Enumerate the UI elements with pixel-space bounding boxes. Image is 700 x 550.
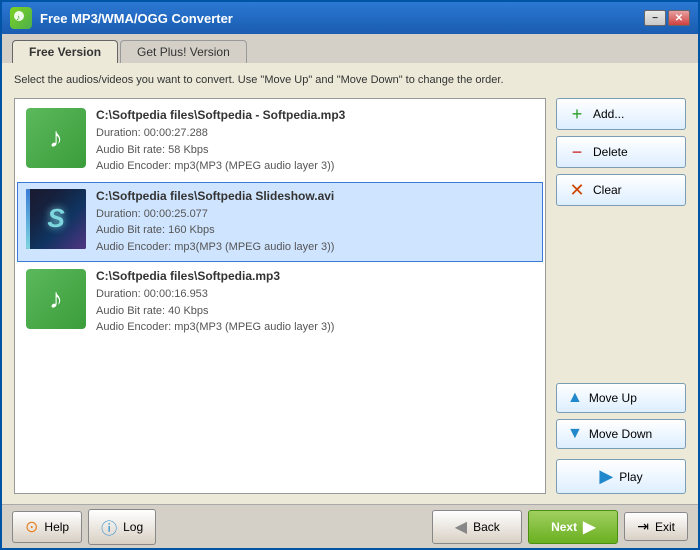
add-icon: + xyxy=(567,104,587,124)
title-text: Free MP3/WMA/OGG Converter xyxy=(40,11,644,26)
right-panel: + Add... − Delete ✕ Clear ▲ Move Up ▼ xyxy=(556,98,686,494)
play-label: Play xyxy=(619,470,642,484)
video-thumb: S xyxy=(26,189,86,249)
svg-text:♪: ♪ xyxy=(16,13,20,22)
next-arrow-icon: ▶ xyxy=(583,517,595,537)
move-up-label: Move Up xyxy=(589,391,637,405)
music-thumb: ♪ xyxy=(26,269,86,329)
move-up-button[interactable]: ▲ Move Up xyxy=(556,383,686,413)
help-icon: ⊙ xyxy=(25,517,38,537)
main-content: Select the audios/videos you want to con… xyxy=(2,63,698,504)
file-duration: Duration: 00:00:25.077 xyxy=(96,206,534,223)
back-button[interactable]: ◀ Back xyxy=(432,510,522,544)
list-item[interactable]: S C:\Softpedia files\Softpedia Slideshow… xyxy=(17,182,543,263)
music-note-icon: ♪ xyxy=(49,122,63,154)
footer: ⊙ Help ⓘ Log ◀ Back Next ▶ ⇥ Exit xyxy=(2,504,698,548)
file-encoder: Audio Encoder: mp3(MP3 (MPEG audio layer… xyxy=(96,158,534,175)
help-label: Help xyxy=(44,520,69,534)
file-info: C:\Softpedia files\Softpedia Slideshow.a… xyxy=(96,189,534,256)
file-encoder: Audio Encoder: mp3(MP3 (MPEG audio layer… xyxy=(96,319,534,336)
tab-free-version[interactable]: Free Version xyxy=(12,40,118,63)
main-window: ♪ Free MP3/WMA/OGG Converter − ✕ Free Ve… xyxy=(0,0,700,550)
back-arrow-icon: ◀ xyxy=(455,517,467,537)
exit-icon: ⇥ xyxy=(637,518,649,535)
file-duration: Duration: 00:00:16.953 xyxy=(96,286,534,303)
app-icon: ♪ xyxy=(10,7,32,29)
title-controls: − ✕ xyxy=(644,10,690,26)
play-button[interactable]: ▶ Play xyxy=(556,459,686,494)
file-duration: Duration: 00:00:27.288 xyxy=(96,125,534,142)
arrow-down-icon: ▼ xyxy=(567,425,583,443)
file-info: C:\Softpedia files\Softpedia - Softpedia… xyxy=(96,108,534,175)
music-note-icon: ♪ xyxy=(49,283,63,315)
clear-label: Clear xyxy=(593,183,622,197)
instruction-text: Select the audios/videos you want to con… xyxy=(14,73,686,88)
list-item[interactable]: ♪ C:\Softpedia files\Softpedia - Softped… xyxy=(17,101,543,182)
next-label: Next xyxy=(551,520,577,534)
delete-button[interactable]: − Delete xyxy=(556,136,686,168)
exit-button[interactable]: ⇥ Exit xyxy=(624,512,688,541)
file-name: C:\Softpedia files\Softpedia - Softpedia… xyxy=(96,108,534,122)
delete-label: Delete xyxy=(593,145,628,159)
music-thumb: ♪ xyxy=(26,108,86,168)
play-icon: ▶ xyxy=(599,466,613,487)
file-encoder: Audio Encoder: mp3(MP3 (MPEG audio layer… xyxy=(96,239,534,256)
close-button[interactable]: ✕ xyxy=(668,10,690,26)
file-name: C:\Softpedia files\Softpedia Slideshow.a… xyxy=(96,189,534,203)
next-button[interactable]: Next ▶ xyxy=(528,510,618,544)
tab-plus-version[interactable]: Get Plus! Version xyxy=(120,40,247,63)
main-area: ♪ C:\Softpedia files\Softpedia - Softped… xyxy=(14,98,686,494)
move-down-label: Move Down xyxy=(589,427,652,441)
tabs-bar: Free Version Get Plus! Version xyxy=(2,34,698,63)
exit-label: Exit xyxy=(655,520,675,534)
file-bitrate: Audio Bit rate: 58 Kbps xyxy=(96,142,534,159)
add-label: Add... xyxy=(593,107,624,121)
move-down-button[interactable]: ▼ Move Down xyxy=(556,419,686,449)
help-button[interactable]: ⊙ Help xyxy=(12,511,82,543)
file-list[interactable]: ♪ C:\Softpedia files\Softpedia - Softped… xyxy=(14,98,546,494)
file-thumbnail: ♪ xyxy=(26,269,86,329)
arrow-up-icon: ▲ xyxy=(567,389,583,407)
clear-button[interactable]: ✕ Clear xyxy=(556,174,686,206)
file-bitrate: Audio Bit rate: 40 Kbps xyxy=(96,303,534,320)
clear-icon: ✕ xyxy=(567,180,587,200)
file-thumbnail: S xyxy=(26,189,86,249)
add-button[interactable]: + Add... xyxy=(556,98,686,130)
list-item[interactable]: ♪ C:\Softpedia files\Softpedia.mp3 Durat… xyxy=(17,262,543,343)
minimize-button[interactable]: − xyxy=(644,10,666,26)
file-thumbnail: ♪ xyxy=(26,108,86,168)
file-name: C:\Softpedia files\Softpedia.mp3 xyxy=(96,269,534,283)
file-info: C:\Softpedia files\Softpedia.mp3 Duratio… xyxy=(96,269,534,336)
log-label: Log xyxy=(123,520,143,534)
file-bitrate: Audio Bit rate: 160 Kbps xyxy=(96,222,534,239)
log-icon: ⓘ xyxy=(101,515,117,539)
delete-icon: − xyxy=(567,142,587,162)
title-bar: ♪ Free MP3/WMA/OGG Converter − ✕ xyxy=(2,2,698,34)
back-label: Back xyxy=(473,520,500,534)
log-button[interactable]: ⓘ Log xyxy=(88,509,156,545)
